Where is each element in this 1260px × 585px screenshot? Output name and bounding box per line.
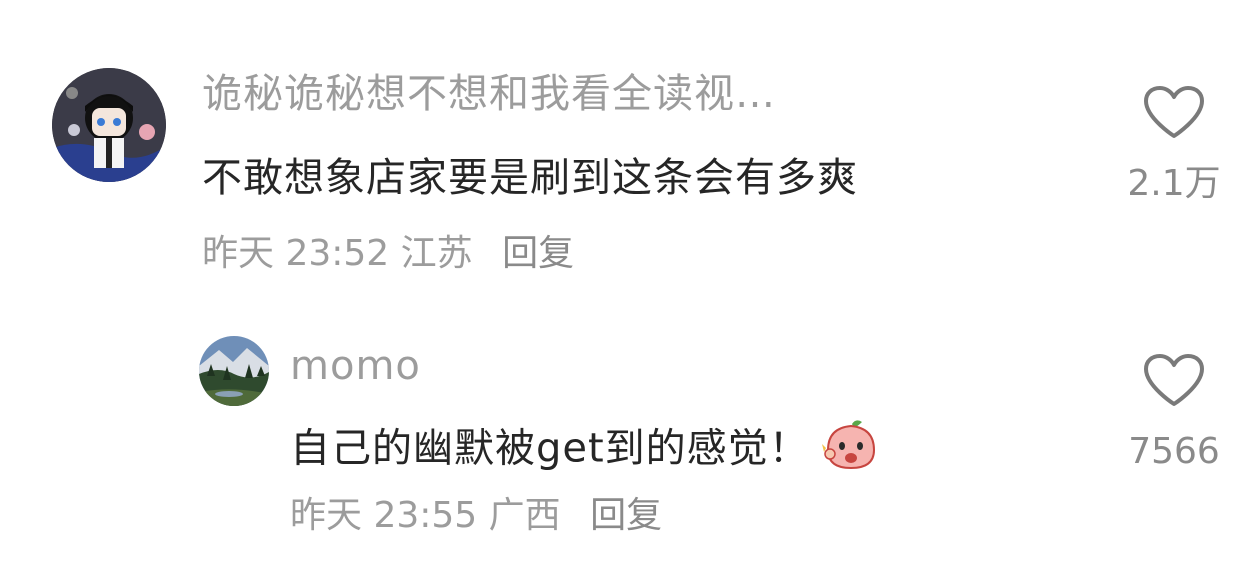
- comment-time: 昨天 23:52: [202, 233, 390, 274]
- username[interactable]: 诡秘诡秘想不想和我看全读视…: [202, 70, 776, 118]
- heart-outline-icon[interactable]: [1142, 84, 1206, 140]
- like-count: 7566: [1128, 431, 1220, 472]
- username[interactable]: momo: [290, 342, 421, 390]
- user-avatar[interactable]: [52, 68, 166, 182]
- comment-location: 江苏: [400, 233, 473, 274]
- reply-button[interactable]: 回复: [590, 495, 662, 536]
- like-count: 2.1万: [1127, 163, 1221, 204]
- comment-location: 广西: [488, 495, 561, 536]
- landscape-photo-avatar: [199, 336, 269, 406]
- comment-time: 昨天 23:55: [290, 495, 478, 536]
- comment-meta: 昨天 23:52 江苏 回复: [202, 232, 574, 276]
- reply-button[interactable]: 回复: [502, 233, 574, 274]
- comment-text-body: 自己的幽默被get到的感觉！: [290, 425, 810, 472]
- anime-character-avatar: [52, 68, 166, 182]
- heart-outline-icon[interactable]: [1142, 352, 1206, 408]
- user-avatar[interactable]: [199, 336, 269, 406]
- peach-emoji-icon: [821, 418, 880, 483]
- reply-item: momo 自己的幽默被get到的感觉！ 昨天 23:55 广西 回复 7566: [0, 300, 1260, 585]
- like-button[interactable]: 2.1万: [1114, 84, 1234, 206]
- like-button[interactable]: 7566: [1114, 352, 1234, 474]
- comment-item: 诡秘诡秘想不想和我看全读视… 不敢想象店家要是刷到这条会有多爽 昨天 23:52…: [0, 0, 1260, 300]
- comment-meta: 昨天 23:55 广西 回复: [290, 494, 662, 538]
- comment-text[interactable]: 不敢想象店家要是刷到这条会有多爽: [202, 154, 858, 202]
- comment-text[interactable]: 自己的幽默被get到的感觉！: [290, 418, 880, 483]
